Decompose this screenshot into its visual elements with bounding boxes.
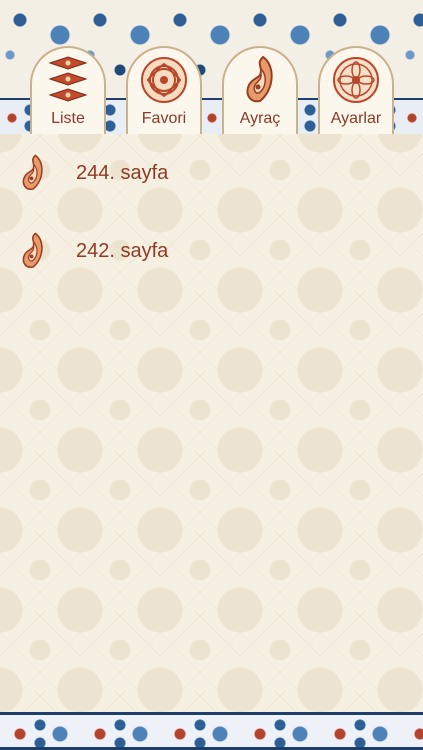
paisley-icon xyxy=(230,54,290,106)
tab-liste[interactable]: Liste xyxy=(30,46,106,134)
tab-ayarlar[interactable]: Ayarlar xyxy=(318,46,394,134)
tab-bar: Liste Favori Ayraç Ayarlar xyxy=(0,0,423,134)
footer-tile-border xyxy=(0,712,423,750)
list-item[interactable]: 244. sayfa xyxy=(0,134,423,212)
knot-ornament-icon xyxy=(134,54,194,106)
paisley-icon xyxy=(20,153,46,193)
tab-favori[interactable]: Favori xyxy=(126,46,202,134)
tab-ayrac[interactable]: Ayraç xyxy=(222,46,298,134)
rosette-icon xyxy=(326,54,386,106)
tab-label: Ayarlar xyxy=(330,110,382,127)
tab-label: Ayraç xyxy=(239,110,281,127)
paisley-icon xyxy=(20,231,46,271)
bookmark-label: 244. sayfa xyxy=(76,161,169,184)
tab-label: Favori xyxy=(141,110,187,127)
bookmark-label: 242. sayfa xyxy=(76,239,169,262)
list-ornament-icon xyxy=(38,54,98,106)
list-item[interactable]: 242. sayfa xyxy=(0,212,423,290)
tab-label: Liste xyxy=(51,110,85,127)
